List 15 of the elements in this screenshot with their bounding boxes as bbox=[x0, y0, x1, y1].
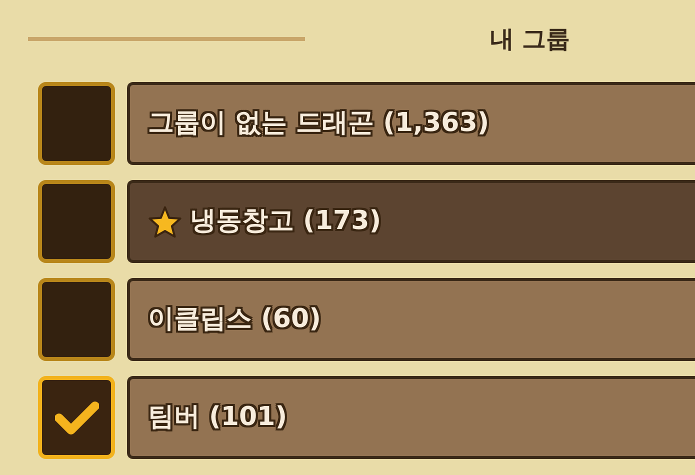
group-label: 이클립스 (60) bbox=[148, 303, 321, 336]
group-row[interactable]: 팀버 (101) bbox=[127, 376, 695, 459]
checkbox[interactable] bbox=[38, 82, 115, 165]
group-label: 팀버 (101) bbox=[148, 401, 288, 434]
checkbox[interactable] bbox=[38, 376, 115, 459]
check-icon bbox=[54, 400, 98, 436]
star-icon bbox=[148, 206, 182, 238]
group-row[interactable]: 냉동창고 (173) bbox=[127, 180, 695, 263]
checkbox[interactable] bbox=[38, 180, 115, 263]
checkbox[interactable] bbox=[38, 278, 115, 361]
group-label: 냉동창고 (173) bbox=[190, 205, 382, 238]
group-row[interactable]: 이클립스 (60) bbox=[127, 278, 695, 361]
section-title: 내 그룹 bbox=[490, 24, 570, 55]
group-label: 그룹이 없는 드래곤 (1,363) bbox=[148, 107, 490, 140]
group-row[interactable]: 그룹이 없는 드래곤 (1,363) bbox=[127, 82, 695, 165]
